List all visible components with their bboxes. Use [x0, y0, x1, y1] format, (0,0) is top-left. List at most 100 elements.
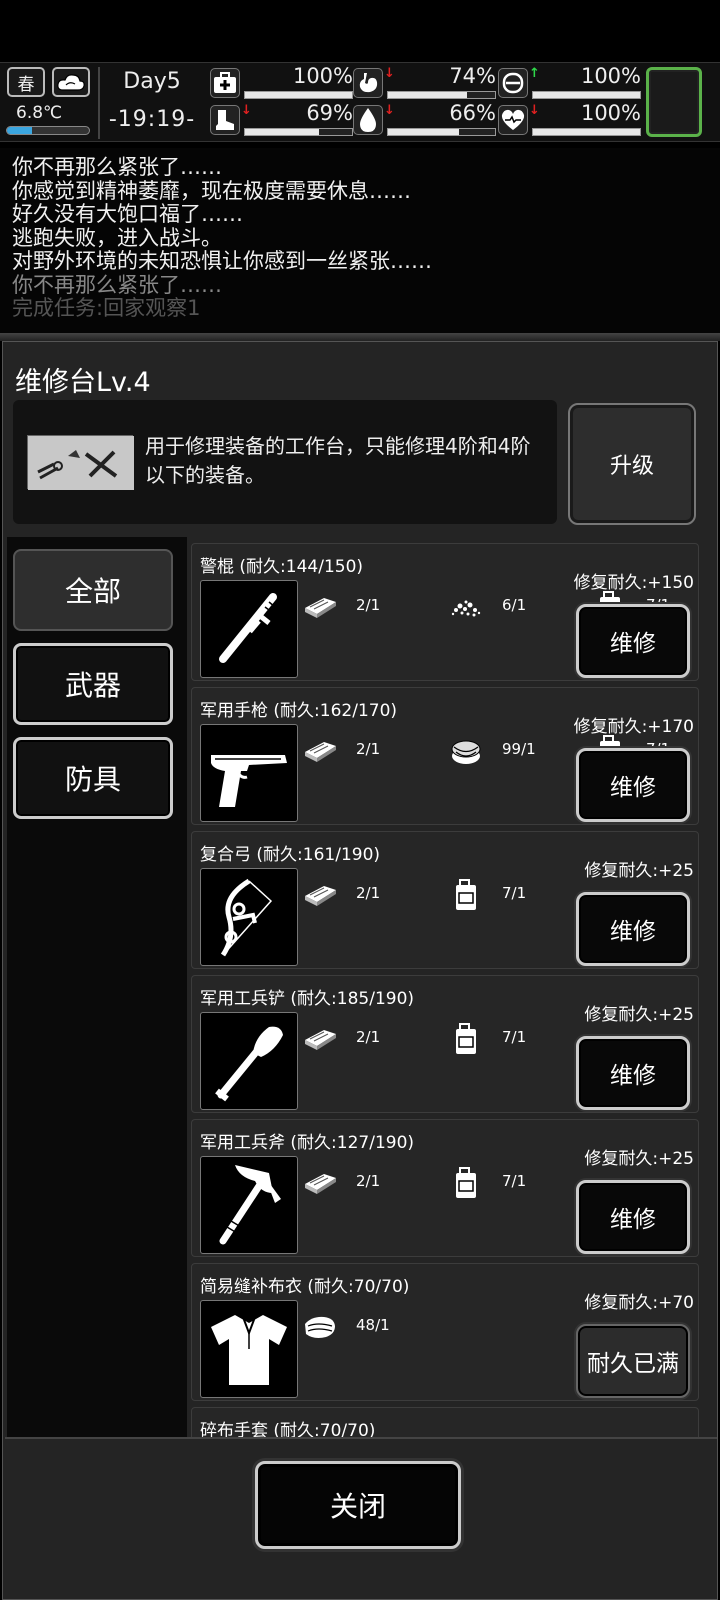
repair-amount: 修复耐久:+150 — [573, 573, 694, 593]
item-name: 警棍 (耐久:144/150) — [200, 557, 364, 577]
stat-heart[interactable]: ↓ 100% — [498, 101, 643, 137]
equipment-row: 军用手枪 (耐久:162/170)2/199/17/1修复耐久:+170维修 — [191, 687, 699, 825]
stat-value: 66% — [449, 101, 496, 125]
equipment-slot[interactable] — [646, 67, 702, 137]
repair-button[interactable]: 维修 — [576, 892, 690, 966]
item-name: 军用工兵铲 (耐久:185/190) — [200, 989, 415, 1009]
log-line: 对野外环境的未知恐惧让你感到一丝紧张…… — [12, 249, 432, 273]
jerrycan-icon — [448, 1167, 484, 1198]
stat-value: 74% — [449, 64, 496, 88]
material-quantity: 2/1 — [356, 596, 381, 614]
temperature-bar — [6, 126, 90, 135]
repair-bench-panel: 维修台Lv.4 用于修理装备的工作台，只能修理4阶和4阶以下的装备。 升级 全部… — [2, 341, 718, 1600]
equipment-list[interactable]: 警棍 (耐久:144/150)2/16/17/1修复耐久:+150维修军用手枪 … — [189, 537, 707, 1437]
day-counter: Day5 — [123, 69, 181, 94]
game-clock: -19:19- — [108, 107, 196, 132]
stat-value: 69% — [306, 101, 353, 125]
material-quantity: 2/1 — [356, 740, 381, 758]
log-line: 你不再那么紧张了…… — [12, 155, 222, 179]
tab-weapons[interactable]: 武器 — [13, 643, 173, 725]
stat-value: 100% — [580, 64, 641, 88]
material-quantity: 7/1 — [502, 884, 527, 902]
ingot-icon — [302, 880, 338, 910]
repair-amount: 修复耐久:+70 — [584, 1293, 694, 1313]
jerrycan-icon — [448, 1023, 484, 1054]
item-name: 复合弓 (耐久:161/190) — [200, 845, 381, 865]
trend-arrow-icon: ↓ — [384, 66, 395, 81]
baton-icon[interactable] — [200, 580, 298, 678]
cloth-icon — [302, 1312, 338, 1342]
repair-amount: 修复耐久:+25 — [584, 1005, 694, 1025]
equipment-row: 警棍 (耐久:144/150)2/16/17/1修复耐久:+150维修 — [191, 543, 699, 681]
shirt-icon[interactable] — [200, 1300, 298, 1398]
stat-bar — [244, 91, 353, 99]
heart-icon — [498, 105, 528, 135]
ingot-icon — [302, 1024, 338, 1054]
repair-amount: 修复耐久:+25 — [584, 1149, 694, 1169]
log-line: 完成任务:回家观察1 — [12, 296, 201, 320]
repair-button[interactable]: 维修 — [576, 1036, 690, 1110]
trend-arrow-icon: ↑ — [529, 66, 540, 81]
ingot-icon — [302, 736, 338, 766]
axe-icon[interactable] — [200, 1156, 298, 1254]
durability-full-button[interactable]: 耐久已满 — [576, 1324, 690, 1398]
equipment-row: 简易缝补布衣 (耐久:70/70) 48/1 修复耐久:+70 耐久已满 — [191, 1263, 699, 1401]
repair-button[interactable]: 维修 — [576, 604, 690, 678]
stat-medkit[interactable]: 100% — [210, 64, 355, 100]
ingot-icon — [302, 592, 338, 622]
log-line: 好久没有大饱口福了…… — [12, 202, 243, 226]
event-log[interactable]: 你不再那么紧张了…… 你感觉到精神萎靡，现在极度需要休息…… 好久没有大饱口福了……… — [0, 148, 720, 333]
stat-stomach[interactable]: ↓ 74% — [353, 64, 498, 100]
stat-bar — [532, 91, 641, 99]
repair-button[interactable]: 维修 — [576, 1180, 690, 1254]
log-line: 逃跑失败，进入战斗。 — [12, 225, 222, 250]
stat-boot[interactable]: ↓ 69% — [210, 101, 355, 137]
description-text: 用于修理装备的工作台，只能修理4阶和4阶以下的装备。 — [145, 434, 531, 487]
upgrade-button[interactable]: 升级 — [568, 403, 696, 525]
material-quantity: 2/1 — [356, 1172, 381, 1190]
material-quantity: 2/1 — [356, 1028, 381, 1046]
description-box: 用于修理装备的工作台，只能修理4阶和4阶以下的装备。 — [13, 400, 557, 524]
repair-button[interactable]: 维修 — [576, 748, 690, 822]
ingot-icon — [302, 1168, 338, 1198]
workbench-tools-icon — [27, 435, 134, 490]
rope-icon — [448, 736, 484, 766]
cloud-icon[interactable] — [52, 67, 90, 97]
powder-icon — [448, 592, 484, 622]
material-quantity: 48/1 — [356, 1316, 390, 1334]
temperature-readout: 6.8℃ — [16, 103, 63, 123]
item-name: 军用手枪 (耐久:162/170) — [200, 701, 398, 721]
item-name: 简易缝补布衣 (耐久:70/70) — [200, 1277, 410, 1297]
medkit-icon — [210, 68, 240, 98]
equipment-row: 复合弓 (耐久:161/190) 2/1 7/1 修复耐久:+25 维修 — [191, 831, 699, 969]
water-drop-icon — [353, 105, 383, 135]
bow-icon[interactable] — [200, 868, 298, 966]
tab-armor[interactable]: 防具 — [13, 737, 173, 819]
equipment-row: 军用工兵斧 (耐久:127/190) 2/1 7/1 修复耐久:+25 维修 — [191, 1119, 699, 1257]
stat-shield[interactable]: ↑ 100% — [498, 64, 643, 100]
material-quantity: 99/1 — [502, 740, 536, 758]
close-button[interactable]: 关闭 — [255, 1461, 461, 1549]
stat-value: 100% — [580, 101, 641, 125]
panel-title: 维修台Lv.4 — [15, 367, 151, 398]
jerrycan-icon — [448, 879, 484, 910]
shield-icon — [498, 68, 528, 98]
stat-bar — [387, 91, 496, 99]
stat-bar — [387, 128, 496, 136]
equipment-row: 碎布手套 (耐久:70/70)修复耐久:+70 — [191, 1407, 699, 1437]
equipment-row: 军用工兵铲 (耐久:185/190) 2/1 7/1 修复耐久:+25 维修 — [191, 975, 699, 1113]
trend-arrow-icon: ↓ — [384, 103, 395, 118]
item-name: 军用工兵斧 (耐久:127/190) — [200, 1133, 415, 1153]
boot-icon — [210, 105, 240, 135]
repair-amount: 修复耐久:+25 — [584, 861, 694, 881]
shovel-icon[interactable] — [200, 1012, 298, 1110]
log-line: 你不再那么紧张了…… — [12, 272, 222, 297]
stat-bar — [244, 128, 353, 136]
bottom-bar: 关闭 — [5, 1437, 717, 1599]
pistol-icon[interactable] — [200, 724, 298, 822]
stat-water-drop[interactable]: ↓ 66% — [353, 101, 498, 137]
material-quantity: 2/1 — [356, 884, 381, 902]
tab-all[interactable]: 全部 — [13, 549, 173, 631]
stat-value: 100% — [292, 64, 353, 88]
season-badge[interactable]: 春 — [7, 67, 45, 97]
